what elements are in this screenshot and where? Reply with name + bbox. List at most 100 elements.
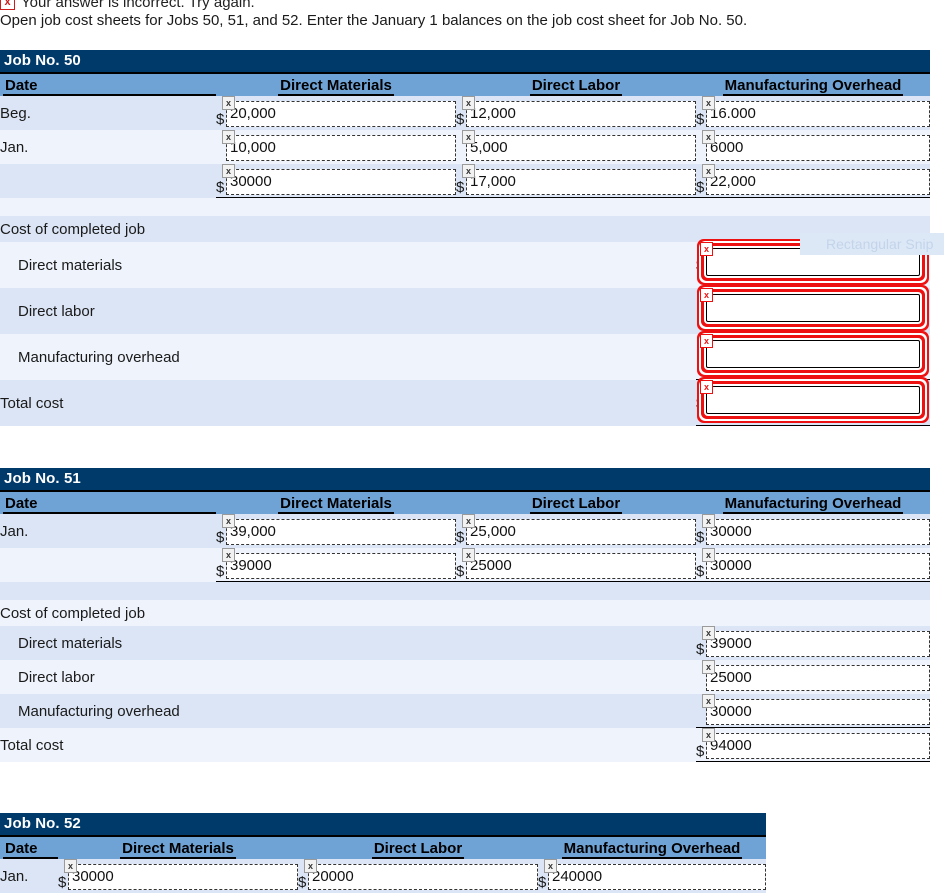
input-labor[interactable]: 20000 [308, 864, 538, 890]
input-materials[interactable]: 39,000 [226, 519, 456, 545]
broken-image-icon: x [222, 130, 235, 144]
table-row: Jan. x $ 39,000 x $ 25,000 [0, 514, 930, 548]
broken-image-icon: x [462, 164, 475, 178]
input-materials[interactable]: 39000 [226, 553, 456, 579]
input-overhead[interactable]: 6000 [706, 135, 930, 161]
input-overhead[interactable]: 240000 [548, 864, 766, 890]
currency-symbol: $ [696, 564, 706, 582]
row-label: Direct materials [0, 626, 696, 660]
feedback-text: Your answer is incorrect. Try again. [21, 0, 255, 11]
cell-labor: x $ 17,000 [456, 164, 696, 198]
table-row: Manufacturing overhead x $ [0, 334, 930, 380]
column-header-manufacturing-overhead: Manufacturing Overhead [538, 837, 766, 859]
table-row: Direct labor x $ [0, 288, 930, 334]
cell-amount: x $ 30000 [696, 694, 930, 728]
column-header-direct-labor: Direct Labor [456, 74, 696, 96]
job-51-table: Date Direct Materials Direct Labor Manuf… [0, 492, 930, 762]
input-overhead[interactable]: 30000 [706, 553, 930, 579]
spacer-row [0, 582, 930, 600]
cell-materials: x $ 39,000 [216, 514, 456, 548]
column-header-direct-materials: Direct Materials [216, 492, 456, 514]
broken-image-icon: x [462, 96, 475, 110]
cell-amount: x $ [696, 334, 930, 380]
input-total-cost[interactable]: 94000 [706, 733, 930, 759]
cell-amount: x $ [696, 288, 930, 334]
input-labor[interactable]: 5,000 [466, 135, 696, 161]
cell-overhead: x $ 240000 [538, 859, 766, 893]
input-materials[interactable]: 30000 [68, 864, 298, 890]
currency-symbol: $ [456, 180, 466, 198]
row-label: Manufacturing overhead [0, 694, 696, 728]
currency-symbol: $ [216, 180, 226, 198]
job-52-header-row: Date Direct Materials Direct Labor Manuf… [0, 837, 766, 859]
input-direct-labor-total[interactable] [706, 294, 920, 322]
job-sheet-51: Job No. 51 Date Direct Materials Direct … [0, 468, 930, 762]
input-materials[interactable]: 20,000 [226, 101, 456, 127]
broken-image-icon: x [222, 548, 235, 562]
cell-labor: x $ 5,000 [456, 130, 696, 164]
column-header-direct-labor: Direct Labor [456, 492, 696, 514]
table-row: x $ 30000 x $ 17,000 x $ [0, 164, 930, 198]
currency-symbol: $ [456, 530, 466, 548]
input-overhead[interactable]: 30000 [706, 519, 930, 545]
row-label: Total cost [0, 728, 696, 762]
currency-symbol: $ [216, 112, 226, 130]
job-cost-sheets-page: x Your answer is incorrect. Try again. O… [0, 0, 944, 894]
input-direct-materials-total[interactable]: 39000 [706, 631, 930, 657]
row-label: Direct labor [0, 288, 696, 334]
currency-symbol: $ [216, 564, 226, 582]
column-header-date: Date [0, 837, 58, 859]
broken-image-icon: x [222, 96, 235, 110]
column-header-direct-labor: Direct Labor [298, 837, 538, 859]
input-labor[interactable]: 12,000 [466, 101, 696, 127]
cell-amount: x $ 39000 [696, 626, 930, 660]
cell-materials: x $ 30000 [58, 859, 298, 893]
input-manufacturing-overhead-total[interactable]: 30000 [706, 699, 930, 725]
row-date: Jan. [0, 130, 216, 164]
cell-materials: x $ 30000 [216, 164, 456, 198]
input-materials[interactable]: 30000 [226, 169, 456, 195]
job-50-header-row: Date Direct Materials Direct Labor Manuf… [0, 74, 930, 96]
job-51-header-row: Date Direct Materials Direct Labor Manuf… [0, 492, 930, 514]
table-row: Direct materials x $ [0, 242, 930, 288]
cell-amount: x $ [696, 380, 930, 426]
row-label: Total cost [0, 380, 696, 426]
column-header-manufacturing-overhead: Manufacturing Overhead [696, 492, 930, 514]
column-header-date: Date [0, 492, 216, 514]
job-sheet-52-title: Job No. 52 [0, 813, 766, 837]
broken-image-icon: x [702, 660, 715, 674]
section-header-cost-of-completed-job: Cost of completed job [0, 216, 930, 242]
input-overhead[interactable]: 22,000 [706, 169, 930, 195]
table-row: Manufacturing overhead x $ 30000 [0, 694, 930, 728]
feedback-banner: x Your answer is incorrect. Try again. [0, 0, 255, 11]
input-labor[interactable]: 17,000 [466, 169, 696, 195]
input-manufacturing-overhead-total[interactable] [706, 340, 920, 368]
instruction-text: Open job cost sheets for Jobs 50, 51, an… [0, 12, 747, 29]
cell-overhead: x $ 16.000 [696, 96, 930, 130]
broken-image-icon: x [462, 514, 475, 528]
cell-overhead: x $ 22,000 [696, 164, 930, 198]
currency-symbol: $ [696, 744, 706, 762]
input-overhead[interactable]: 16.000 [706, 101, 930, 127]
spacer-row [0, 198, 930, 216]
broken-image-icon: x [222, 164, 235, 178]
input-materials[interactable]: 10,000 [226, 135, 456, 161]
currency-symbol: $ [696, 396, 706, 411]
currency-symbol: $ [696, 642, 706, 660]
section-label: Cost of completed job [0, 216, 930, 242]
input-labor[interactable]: 25,000 [466, 519, 696, 545]
table-row: Jan. x $ 10,000 x $ 5,000 [0, 130, 930, 164]
currency-symbol: $ [58, 875, 68, 893]
cell-amount: x $ 25000 [696, 660, 930, 694]
cell-labor: x $ 20000 [298, 859, 538, 893]
input-total-cost[interactable] [706, 386, 920, 414]
input-direct-labor-total[interactable]: 25000 [706, 665, 930, 691]
job-50-table: Date Direct Materials Direct Labor Manuf… [0, 74, 930, 426]
currency-symbol: $ [696, 112, 706, 130]
broken-image-icon: x [702, 626, 715, 640]
currency-symbol: $ [298, 875, 308, 893]
column-header-direct-materials: Direct Materials [58, 837, 298, 859]
input-labor[interactable]: 25000 [466, 553, 696, 579]
row-date: Beg. [0, 96, 216, 130]
currency-symbol: $ [696, 530, 706, 548]
